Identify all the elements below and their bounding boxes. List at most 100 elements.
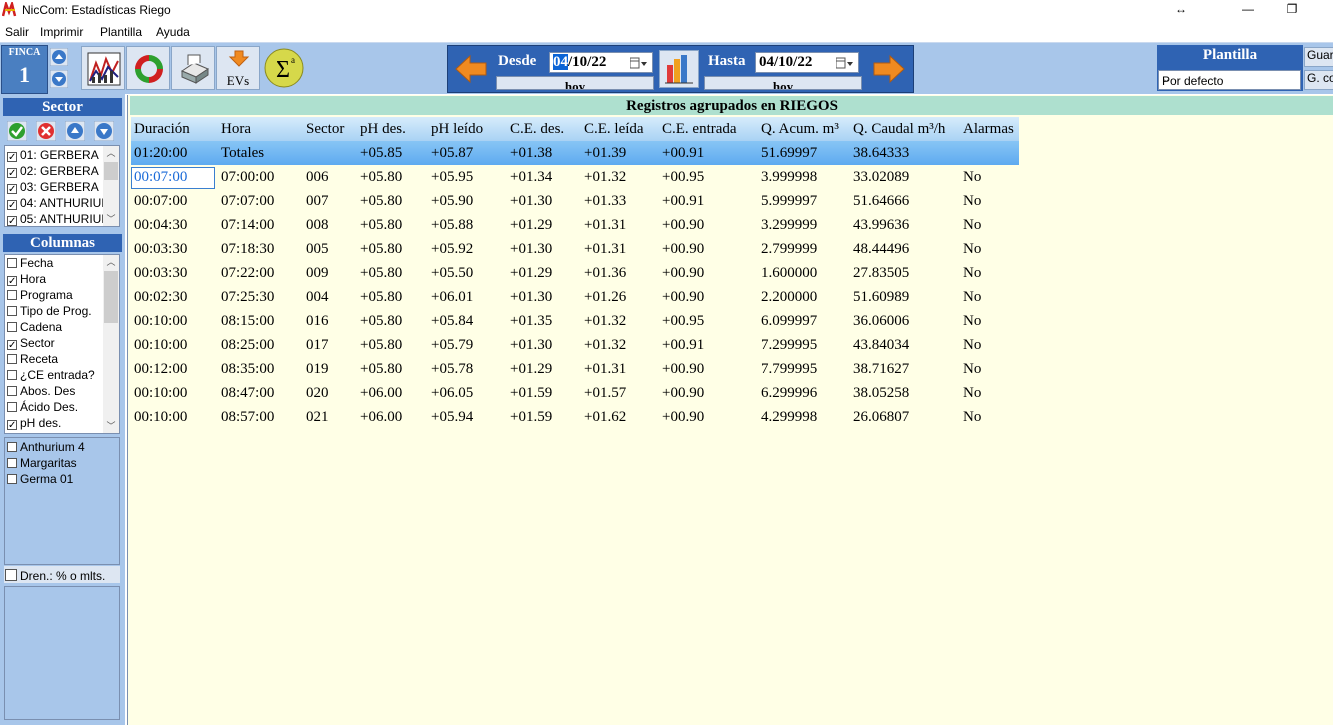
column-option[interactable]: ✓ pH des.: [7, 416, 61, 432]
finca-up-icon[interactable]: [50, 48, 68, 66]
table-cell: 08:25:00: [221, 337, 275, 353]
checkbox[interactable]: [7, 370, 17, 380]
receta-option[interactable]: Margaritas: [7, 456, 77, 472]
checkbox[interactable]: ✓: [7, 276, 17, 287]
plantilla-panel: Plantilla Por defecto ⌄: [1157, 45, 1303, 91]
chevron-up-icon[interactable]: ︿: [103, 255, 119, 269]
receta-option[interactable]: Germa 01: [7, 472, 73, 488]
checkbox[interactable]: [7, 354, 17, 364]
totals-cell: +00.91: [662, 145, 705, 161]
table-cell: No: [963, 361, 982, 377]
sector-up-icon[interactable]: [65, 121, 85, 141]
sector-item[interactable]: ✓ 04: ANTHURIUM: [7, 196, 111, 212]
previous-day-icon[interactable]: [452, 50, 492, 88]
sector-item[interactable]: ✓ 01: GERBERA: [7, 148, 99, 164]
checkbox[interactable]: ✓: [7, 168, 17, 179]
table-cell: +01.30: [510, 193, 553, 209]
sector-down-icon[interactable]: [94, 121, 114, 141]
table-cell: +05.80: [360, 265, 403, 281]
column-option[interactable]: ✓ Hora: [7, 272, 46, 288]
uncheck-all-icon[interactable]: [36, 121, 56, 141]
table-cell: 019: [306, 361, 329, 377]
checkbox[interactable]: ✓: [7, 184, 17, 195]
graph-button[interactable]: [81, 46, 125, 90]
column-option[interactable]: Ácido Des.: [7, 400, 78, 416]
table-cell: +01.57: [584, 385, 627, 401]
column-option[interactable]: ¿CE entrada?: [7, 368, 95, 384]
table-cell: +00.90: [662, 361, 705, 377]
table-cell: +05.84: [431, 313, 474, 329]
checkbox[interactable]: [7, 386, 17, 396]
column-option[interactable]: Fecha: [7, 256, 53, 272]
sum-button[interactable]: Σ a: [262, 46, 306, 90]
scroll-thumb[interactable]: [104, 162, 118, 180]
evs-button[interactable]: EVs: [216, 46, 260, 90]
date-range-panel: Desde 04/10/22 hoy Hasta 04/10/22 hoy: [447, 45, 914, 93]
table-cell: +05.80: [360, 313, 403, 329]
hasta-date-input[interactable]: 04/10/22: [755, 52, 859, 73]
checkbox[interactable]: [7, 474, 17, 484]
checkbox[interactable]: [7, 306, 17, 316]
next-day-icon[interactable]: [868, 50, 908, 88]
dren-toggle[interactable]: Dren.: % o mlts.: [4, 566, 120, 583]
restore-button[interactable]: ❐: [1277, 1, 1307, 19]
checkbox[interactable]: ✓: [7, 216, 17, 226]
checkbox[interactable]: ✓: [7, 420, 17, 431]
desde-day-segment[interactable]: 04: [553, 54, 568, 70]
checkbox[interactable]: [7, 258, 17, 268]
checkbox[interactable]: [5, 569, 17, 581]
desde-hoy-button[interactable]: hoy: [496, 76, 654, 90]
minimize-button[interactable]: —: [1233, 1, 1263, 19]
columnas-scrollbar[interactable]: ︿ ﹀: [103, 255, 119, 433]
refresh-button[interactable]: [126, 46, 170, 90]
checkbox[interactable]: [7, 290, 17, 300]
column-option[interactable]: Programa: [7, 288, 73, 304]
plantilla-select[interactable]: Por defecto ⌄: [1158, 70, 1301, 90]
table-cell: 43.84034: [853, 337, 910, 353]
column-option[interactable]: Cadena: [7, 320, 62, 336]
calendar-dropdown-icon[interactable]: [836, 57, 854, 69]
column-option[interactable]: Receta: [7, 352, 58, 368]
checkbox[interactable]: ✓: [7, 200, 17, 211]
scroll-thumb[interactable]: [104, 271, 118, 323]
column-option[interactable]: ✓ Sector: [7, 336, 55, 352]
menu-salir[interactable]: Salir: [5, 25, 29, 39]
table-cell: 2.200000: [761, 289, 818, 305]
hasta-hoy-button[interactable]: hoy: [704, 76, 862, 90]
chevron-down-icon[interactable]: ﹀: [103, 419, 119, 433]
checkbox[interactable]: [7, 402, 17, 412]
sector-scrollbar[interactable]: ︿ ﹀: [103, 146, 119, 226]
menu-plantilla[interactable]: Plantilla: [100, 25, 142, 39]
chevron-down-icon[interactable]: ﹀: [103, 212, 119, 226]
table-cell: +01.62: [584, 409, 627, 425]
checkbox[interactable]: ✓: [7, 152, 17, 163]
column-option[interactable]: Abos. Des: [7, 384, 75, 400]
resize-icon[interactable]: ↔: [1166, 1, 1196, 19]
sector-item[interactable]: ✓ 05: ANTHURIUM: [7, 212, 111, 226]
menu-imprimir[interactable]: Imprimir: [40, 25, 83, 39]
menu-ayuda[interactable]: Ayuda: [156, 25, 190, 39]
checkbox[interactable]: ✓: [7, 340, 17, 351]
desde-date-input[interactable]: 04/10/22: [549, 52, 653, 73]
calendar-dropdown-icon[interactable]: [630, 57, 648, 69]
check-all-icon[interactable]: [7, 121, 27, 141]
g-col-button[interactable]: G. col: [1304, 70, 1333, 90]
grid-title: Registros agrupados en RIEGOS: [130, 96, 1333, 115]
totals-cell: +05.85: [360, 145, 403, 161]
print-button[interactable]: [171, 46, 215, 90]
sector-item[interactable]: ✓ 02: GERBERA: [7, 164, 99, 180]
checkbox[interactable]: [7, 322, 17, 332]
finca-selector: FINCA 1: [1, 45, 48, 94]
totals-cell: +01.39: [584, 145, 627, 161]
receta-option[interactable]: Anthurium 4: [7, 440, 85, 456]
table-cell: +00.90: [662, 385, 705, 401]
finca-down-icon[interactable]: [50, 70, 68, 88]
checkbox[interactable]: [7, 442, 17, 452]
bar-chart-button[interactable]: [659, 50, 699, 88]
sector-item[interactable]: ✓ 03: GERBERA: [7, 180, 99, 196]
guardar-button[interactable]: Guardar: [1304, 47, 1333, 67]
chevron-up-icon[interactable]: ︿: [103, 146, 119, 160]
checkbox[interactable]: [7, 458, 17, 468]
column-option[interactable]: Tipo de Prog.: [7, 304, 92, 320]
column-header: Q. Caudal m³/h: [853, 121, 946, 137]
